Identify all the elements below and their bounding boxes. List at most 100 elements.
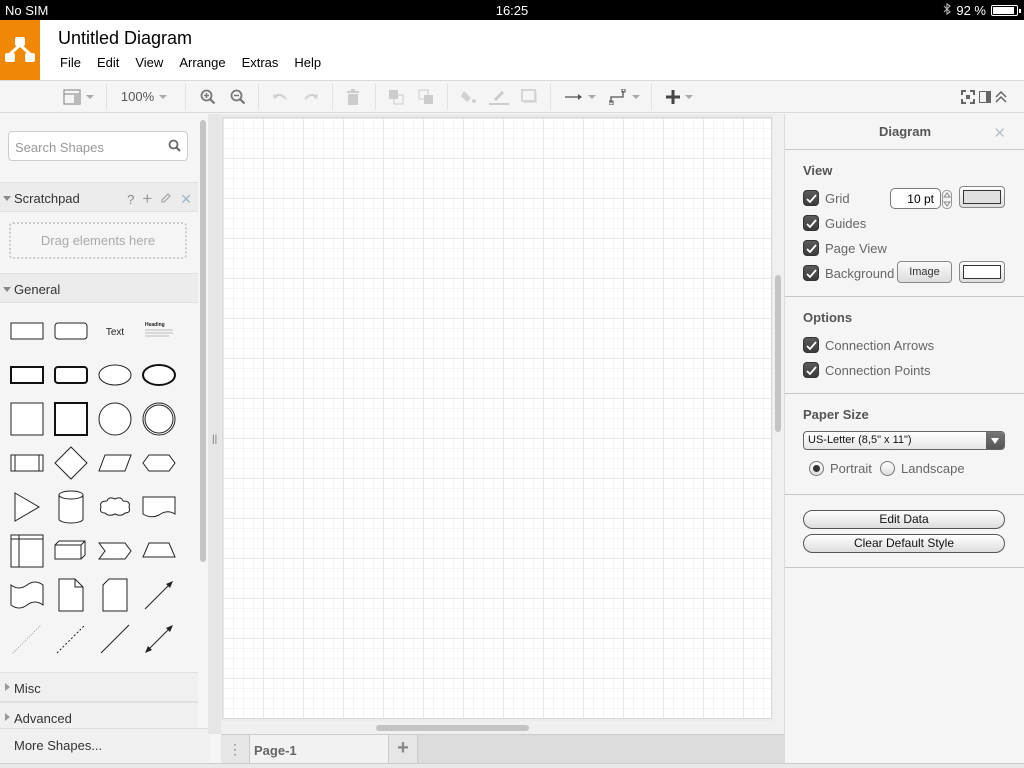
shape-parallelogram[interactable]: [95, 443, 135, 483]
search-icon[interactable]: [168, 139, 181, 155]
redo-button[interactable]: [301, 81, 321, 112]
shape-text[interactable]: Text: [95, 311, 135, 351]
scrollbar-thumb[interactable]: [200, 120, 206, 562]
background-image-button[interactable]: Image: [897, 261, 952, 283]
diagram-canvas[interactable]: [221, 114, 784, 734]
connection-style-button[interactable]: [563, 81, 597, 112]
menu-arrange[interactable]: Arrange: [171, 55, 233, 70]
shape-rectangle-thick[interactable]: [7, 355, 47, 395]
shape-line[interactable]: [95, 619, 135, 659]
misc-section-header[interactable]: Misc: [0, 672, 198, 702]
shape-double-circle[interactable]: [139, 399, 179, 439]
shape-rectangle[interactable]: [7, 311, 47, 351]
shape-process[interactable]: [7, 443, 47, 483]
shape-dashed-line[interactable]: [51, 619, 91, 659]
scratchpad-header[interactable]: Scratchpad ? + ✕: [0, 182, 198, 212]
background-color-button[interactable]: [959, 261, 1005, 283]
shape-bidirectional-arrow[interactable]: [139, 619, 179, 659]
scrollbar-thumb[interactable]: [376, 725, 529, 731]
add-page-button[interactable]: +: [388, 735, 418, 765]
page-tab[interactable]: Page-1: [250, 735, 388, 765]
shape-cloud[interactable]: [95, 487, 135, 527]
edit-data-button[interactable]: Edit Data: [803, 510, 1005, 529]
advanced-section-header[interactable]: Advanced: [0, 702, 198, 728]
shape-hexagon[interactable]: [139, 443, 179, 483]
zoom-in-button[interactable]: [198, 81, 218, 112]
fill-color-button[interactable]: [458, 81, 480, 112]
drawio-logo-icon[interactable]: [0, 20, 40, 80]
shape-trapezoid[interactable]: [139, 531, 179, 571]
sidebar-scrollbar[interactable]: [199, 114, 208, 728]
menu-edit[interactable]: Edit: [89, 55, 127, 70]
shape-internal-storage[interactable]: [7, 531, 47, 571]
shape-dotted-line[interactable]: [7, 619, 47, 659]
shape-square-thick[interactable]: [51, 399, 91, 439]
menu-help[interactable]: Help: [286, 55, 329, 70]
help-icon[interactable]: ?: [127, 192, 134, 207]
shape-diamond[interactable]: [51, 443, 91, 483]
menu-view[interactable]: View: [127, 55, 171, 70]
grid-size-input[interactable]: 10 pt: [890, 188, 941, 209]
menu-extras[interactable]: Extras: [234, 55, 287, 70]
more-shapes-button[interactable]: More Shapes...: [0, 728, 210, 762]
sidebar-splitter[interactable]: ||: [208, 114, 221, 734]
paper-size-select[interactable]: US-Letter (8,5" x 11"): [803, 431, 1005, 450]
portrait-radio[interactable]: Portrait: [809, 461, 872, 476]
canvas-horizontal-scrollbar[interactable]: [221, 721, 773, 734]
shape-note[interactable]: [51, 575, 91, 615]
delete-button[interactable]: [343, 81, 363, 112]
shape-circle[interactable]: [95, 399, 135, 439]
shape-document[interactable]: [139, 487, 179, 527]
search-shapes-input[interactable]: Search Shapes: [8, 131, 188, 161]
diagram-page[interactable]: [222, 117, 772, 719]
shape-textbox-heading[interactable]: Heading: [139, 311, 179, 351]
page-view-checkbox[interactable]: Page View: [803, 240, 887, 256]
connection-arrows-checkbox[interactable]: Connection Arrows: [803, 337, 934, 353]
shape-tape[interactable]: [7, 575, 47, 615]
canvas-vertical-scrollbar[interactable]: [773, 114, 784, 734]
line-color-button[interactable]: [488, 81, 510, 112]
shape-cube[interactable]: [51, 531, 91, 571]
fullscreen-button[interactable]: [960, 81, 976, 112]
insert-button[interactable]: [662, 81, 696, 112]
connection-points-checkbox[interactable]: Connection Points: [803, 362, 931, 378]
grid-color-button[interactable]: [959, 186, 1005, 208]
close-icon[interactable]: ✕: [993, 124, 1006, 142]
shape-rounded-rectangle[interactable]: [51, 311, 91, 351]
landscape-radio[interactable]: Landscape: [880, 461, 965, 476]
grid-size-stepper[interactable]: [942, 190, 952, 209]
collapse-toolbar-button[interactable]: [994, 81, 1008, 112]
grid-checkbox[interactable]: Grid: [803, 190, 850, 206]
add-icon[interactable]: +: [142, 189, 152, 209]
shape-ellipse[interactable]: [95, 355, 135, 395]
shape-step[interactable]: [95, 531, 135, 571]
guides-checkbox[interactable]: Guides: [803, 215, 866, 231]
zoom-dropdown[interactable]: 100%: [112, 81, 176, 112]
toggle-format-panel-button[interactable]: [978, 81, 992, 112]
to-front-button[interactable]: [386, 81, 406, 112]
zoom-out-button[interactable]: [228, 81, 248, 112]
clear-default-style-button[interactable]: Clear Default Style: [803, 534, 1005, 553]
shadow-button[interactable]: [519, 81, 541, 112]
shape-arrow-line[interactable]: [139, 575, 179, 615]
pages-menu-button[interactable]: ⋮: [221, 735, 250, 765]
scrollbar-thumb[interactable]: [775, 275, 781, 432]
shape-rounded-rectangle-thick[interactable]: [51, 355, 91, 395]
document-title[interactable]: Untitled Diagram: [58, 28, 192, 49]
general-section-header[interactable]: General: [0, 273, 198, 303]
view-panels-button[interactable]: [60, 81, 96, 112]
undo-button[interactable]: [270, 81, 290, 112]
expanded-arrow-icon: [3, 196, 11, 201]
shape-square[interactable]: [7, 399, 47, 439]
menu-file[interactable]: File: [52, 55, 89, 70]
shape-ellipse-thick[interactable]: [139, 355, 179, 395]
edit-pencil-icon[interactable]: [160, 192, 172, 207]
background-checkbox[interactable]: Background: [803, 265, 894, 281]
close-icon[interactable]: ✕: [180, 191, 192, 208]
scratchpad-dropzone[interactable]: Drag elements here: [9, 222, 187, 259]
shape-cylinder[interactable]: [51, 487, 91, 527]
shape-card[interactable]: [95, 575, 135, 615]
waypoints-button[interactable]: [607, 81, 641, 112]
shape-triangle[interactable]: [7, 487, 47, 527]
to-back-button[interactable]: [416, 81, 436, 112]
